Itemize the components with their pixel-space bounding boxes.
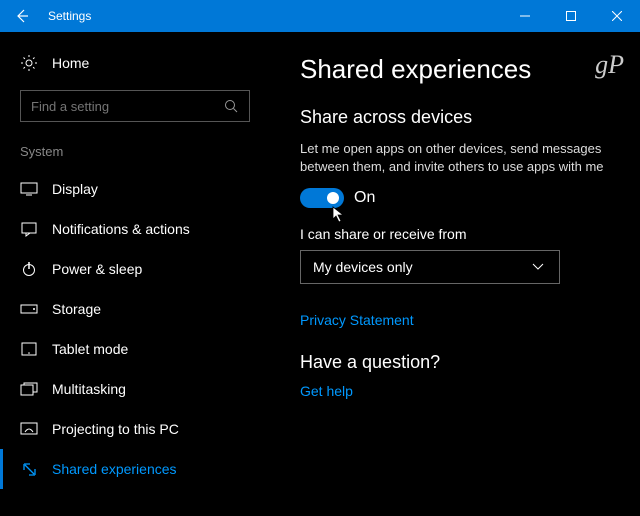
sidebar-item-storage[interactable]: Storage [0,289,270,329]
shared-icon [20,460,38,478]
minimize-button[interactable] [502,0,548,32]
power-icon [20,260,38,278]
close-button[interactable] [594,0,640,32]
home-label: Home [52,55,89,71]
toggle-state-label: On [354,189,375,207]
get-help-link[interactable]: Get help [300,383,620,399]
tablet-icon [20,340,38,358]
sidebar-item-label: Display [52,181,98,197]
privacy-link[interactable]: Privacy Statement [300,312,414,328]
gear-icon [20,54,38,72]
projecting-icon [20,420,38,438]
group-label-system: System [0,136,270,169]
section-title-share: Share across devices [300,107,620,128]
share-from-select[interactable]: My devices only [300,250,560,284]
sidebar-item-power[interactable]: Power & sleep [0,249,270,289]
title-bar: Settings [0,0,640,32]
sidebar-item-shared-experiences[interactable]: Shared experiences [0,449,270,489]
window-title: Settings [48,9,502,23]
sidebar-item-label: Projecting to this PC [52,421,179,437]
share-toggle[interactable] [300,188,344,208]
sidebar-item-label: Power & sleep [52,261,142,277]
sidebar-item-multitasking[interactable]: Multitasking [0,369,270,409]
select-value: My devices only [313,259,413,275]
sidebar: Home System Display Notifications & acti… [0,32,270,516]
storage-icon [20,300,38,318]
sidebar-item-label: Tablet mode [52,341,128,357]
watermark: gP [595,50,624,80]
section-description: Let me open apps on other devices, send … [300,140,610,176]
sidebar-item-tablet[interactable]: Tablet mode [0,329,270,369]
share-from-label: I can share or receive from [300,226,620,242]
question-title: Have a question? [300,352,620,373]
sidebar-item-label: Notifications & actions [52,221,190,237]
home-button[interactable]: Home [0,46,270,80]
notifications-icon [20,220,38,238]
sidebar-item-projecting[interactable]: Projecting to this PC [0,409,270,449]
chevron-down-icon [529,258,547,276]
search-icon [222,97,240,115]
main-panel: gP Shared experiences Share across devic… [270,32,640,516]
page-title: Shared experiences [300,54,620,85]
back-button[interactable] [0,0,44,32]
display-icon [20,180,38,198]
sidebar-item-label: Shared experiences [52,461,177,477]
cursor-icon [332,206,346,224]
sidebar-item-label: Multitasking [52,381,126,397]
multitasking-icon [20,380,38,398]
sidebar-item-notifications[interactable]: Notifications & actions [0,209,270,249]
maximize-button[interactable] [548,0,594,32]
search-input[interactable] [20,90,250,122]
sidebar-item-label: Storage [52,301,101,317]
sidebar-item-display[interactable]: Display [0,169,270,209]
